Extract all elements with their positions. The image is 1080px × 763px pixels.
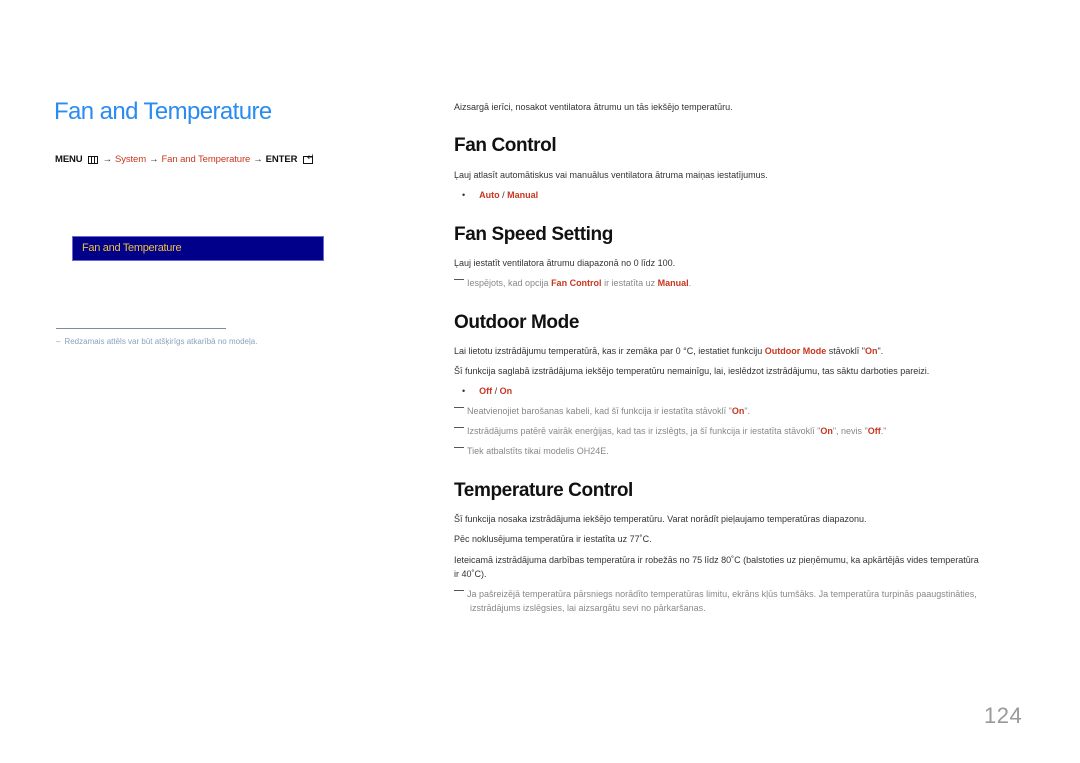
outdoor-mode-note2: Izstrādājums patērē vairāk enerģijas, ka…	[454, 426, 886, 436]
note-text: ", nevis "	[832, 426, 868, 436]
footnote: – Redzamais attēls var būt atšķirīgs atka…	[56, 337, 257, 346]
footnote-divider	[56, 328, 226, 329]
temperature-control-note: Ja pašreizējā temperatūra pārsniegs norā…	[454, 587, 990, 615]
fan-speed-heading: Fan Speed Setting	[454, 224, 613, 245]
note-icon	[454, 427, 464, 428]
outdoor-mode-note3: Tiek atbalstīts tikai modelis OH24E.	[454, 446, 609, 456]
option-off: Off	[479, 386, 493, 396]
option-manual: Manual	[507, 190, 539, 200]
arrow: →	[102, 154, 113, 165]
note-text: Izstrādājums patērē vairāk enerģijas, ka…	[467, 426, 821, 436]
note-text: ir iestatīta uz	[601, 278, 658, 288]
outdoor-mode-desc1: Lai lietotu izstrādājumu temperatūrā, ka…	[454, 346, 883, 356]
fan-speed-note: Iespējots, kad opcija Fan Control ir ies…	[454, 278, 691, 288]
temperature-control-heading: Temperature Control	[454, 480, 633, 501]
fan-speed-desc: Ļauj iestatīt ventilatora ātrumu diapazo…	[454, 258, 676, 268]
bullet-icon: •	[462, 386, 466, 396]
option-fan-control: Fan Control	[551, 278, 602, 288]
outdoor-mode-desc2: Šī funkcija saglabā izstrādājuma iekšējo…	[454, 366, 930, 376]
note-icon	[454, 407, 464, 408]
intro-text: Aizsargā ierīci, nosakot ventilatora ātr…	[454, 102, 733, 112]
note-text: Iespējots, kad opcija	[467, 278, 552, 288]
outdoor-mode-heading: Outdoor Mode	[454, 312, 580, 333]
fan-control-desc: Ļauj atlasīt automātiskus vai manuālus v…	[454, 170, 768, 180]
option-auto: Auto	[479, 190, 500, 200]
option-manual: Manual	[657, 278, 689, 288]
option-on: On	[731, 406, 745, 416]
outdoor-mode-options: • Off / On	[462, 386, 512, 396]
note-text: Ja pašreizējā temperatūra pārsniegs norā…	[467, 589, 977, 613]
dash-icon: –	[56, 337, 61, 346]
fan-control-options: • Auto / Manual	[462, 190, 538, 200]
arrow: →	[253, 154, 263, 165]
note-text: .	[688, 278, 692, 288]
option-outdoor-mode: Outdoor Mode	[764, 346, 827, 356]
footnote-text: Redzamais attēls var būt atšķirīgs atkar…	[64, 337, 258, 346]
temperature-control-desc3: Ieteicamā izstrādājuma darbības temperat…	[454, 555, 979, 579]
note-text: ."	[880, 426, 887, 436]
menu-path: MENU → System → Fan and Temperature → EN…	[55, 152, 314, 166]
desc-text: stāvoklī "	[826, 346, 865, 356]
note-text: Tiek atbalstīts tikai modelis OH24E.	[467, 446, 609, 456]
menu-icon	[87, 155, 98, 164]
option-on: On	[864, 346, 878, 356]
menu-path-system[interactable]: System	[115, 154, 146, 165]
temperature-control-desc2: Pēc noklusējuma temperatūra ir iestatīta…	[454, 534, 652, 544]
arrow: →	[149, 154, 159, 165]
temperature-control-desc1: Šī funkcija nosaka izstrādājuma iekšējo …	[454, 514, 867, 524]
menu-path-fan-and-temperature[interactable]: Fan and Temperature	[161, 154, 250, 165]
note-icon	[454, 590, 464, 591]
osd-menu-item-label: Fan and Temperature	[82, 242, 182, 254]
note-icon	[454, 279, 464, 280]
page-title: Fan and Temperature	[54, 98, 272, 125]
note-text: ".	[744, 406, 751, 416]
page-number: 124	[984, 703, 1023, 728]
enter-label: ENTER	[265, 154, 298, 165]
fan-control-heading: Fan Control	[454, 135, 557, 156]
separator: /	[492, 386, 500, 396]
note-text: Neatvienojiet barošanas kabeli, kad šī f…	[467, 406, 732, 416]
desc-text: ".	[877, 346, 884, 356]
option-on: On	[820, 426, 833, 436]
bullet-icon: •	[462, 190, 466, 200]
enter-icon	[303, 152, 314, 164]
option-off: Off	[867, 426, 881, 436]
outdoor-mode-note1: Neatvienojiet barošanas kabeli, kad šī f…	[454, 406, 750, 416]
desc-text: Lai lietotu izstrādājumu temperatūrā, ka…	[454, 346, 765, 356]
osd-menu-item[interactable]: Fan and Temperature	[72, 236, 324, 261]
menu-label: MENU	[55, 154, 83, 165]
option-on: On	[499, 386, 513, 396]
note-icon	[454, 447, 464, 448]
